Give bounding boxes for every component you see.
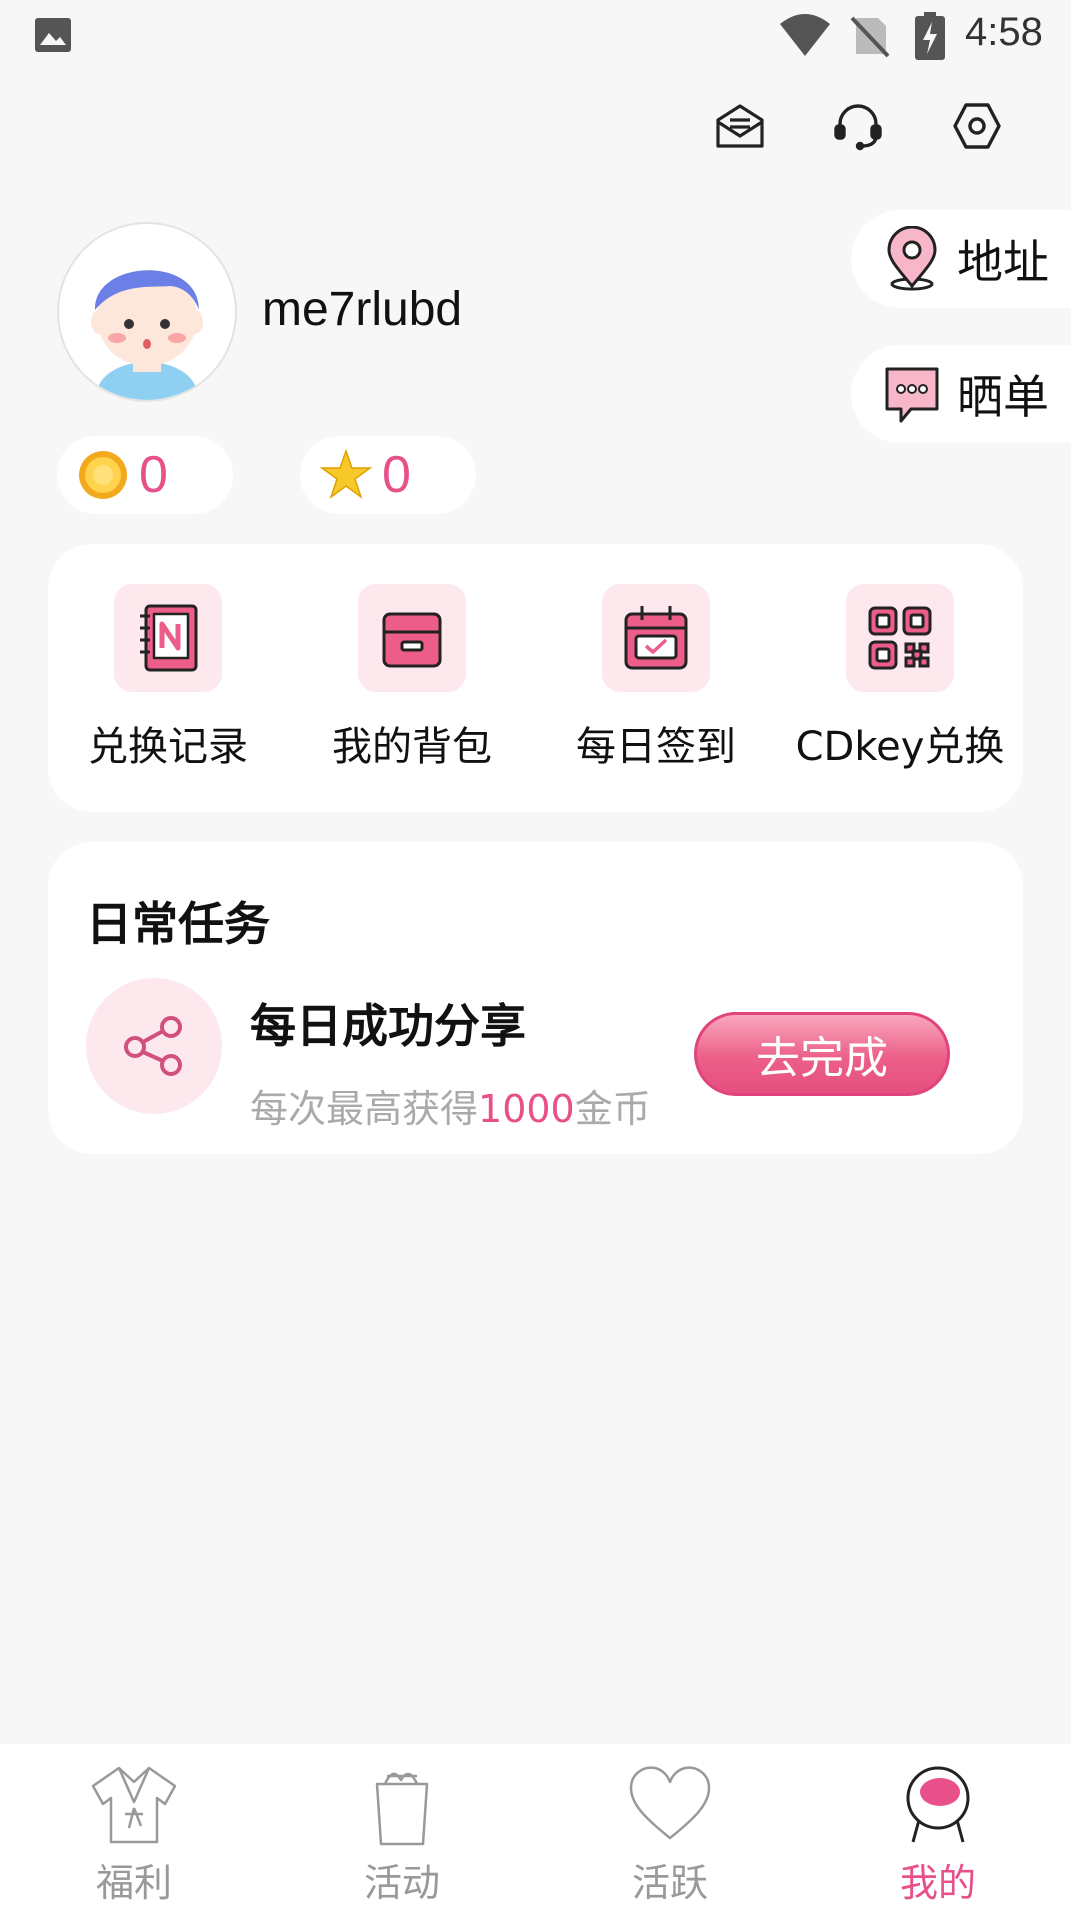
avatar[interactable] (57, 222, 237, 402)
task-reward-amount: 1000 (478, 1087, 575, 1131)
star-counter[interactable]: 0 (300, 436, 476, 514)
address-button[interactable]: 地址 (851, 210, 1071, 308)
task-desc-prefix: 每次最高获得 (250, 1087, 479, 1131)
status-bar: 4:58 (0, 0, 1071, 72)
avatar-cartoon-icon (91, 270, 203, 400)
chat-bubble-icon (885, 367, 939, 423)
qr-code-icon (846, 584, 954, 692)
daily-checkin-label: 每日签到 (576, 724, 736, 770)
image-notification-icon (35, 18, 71, 52)
complete-task-button[interactable]: 去完成 (694, 1012, 950, 1096)
bottom-tab-bar: 福利 活动 活跃 我的 (0, 1744, 1071, 1911)
mail-icon[interactable] (714, 100, 766, 152)
task-description: 每次最高获得1000金币 (250, 1078, 651, 1133)
no-sim-icon (850, 16, 890, 58)
status-time: 4:58 (965, 10, 1043, 54)
notebook-icon (114, 584, 222, 692)
coin-counter[interactable]: 0 (57, 436, 233, 514)
robe-icon (91, 1766, 177, 1844)
settings-icon[interactable] (951, 100, 1003, 152)
my-backpack-label: 我的背包 (332, 724, 492, 770)
location-pin-icon (887, 226, 937, 291)
task-desc-suffix: 金币 (574, 1087, 651, 1131)
task-name: 每日成功分享 (250, 999, 526, 1053)
exchange-records-button[interactable]: 兑换记录 (53, 584, 283, 772)
tab-active[interactable]: 活跃 (570, 1744, 770, 1911)
tab-activity[interactable]: 活动 (302, 1744, 502, 1911)
wifi-icon (780, 14, 830, 56)
star-count: 0 (382, 446, 411, 504)
tab-welfare[interactable]: 福利 (34, 1744, 234, 1911)
tab-activity-label: 活动 (363, 1861, 440, 1905)
calendar-check-icon (602, 584, 710, 692)
gift-bag-icon (375, 1772, 429, 1846)
star-icon (320, 449, 372, 499)
daily-tasks-title: 日常任务 (86, 897, 270, 951)
tab-welfare-label: 福利 (95, 1861, 172, 1905)
tab-active-label: 活跃 (631, 1861, 708, 1905)
daily-checkin-button[interactable]: 每日签到 (541, 584, 771, 772)
battery-charging-icon (915, 12, 945, 60)
headset-icon[interactable] (832, 100, 884, 152)
tab-mine[interactable]: 我的 (838, 1744, 1038, 1911)
quick-actions-card: 兑换记录 我的背包 每日签到 CDkey兑换 (48, 544, 1023, 812)
share-order-label: 晒单 (957, 370, 1049, 424)
share-order-button[interactable]: 晒单 (851, 345, 1071, 443)
daily-tasks-card: 日常任务 每日成功分享 每次最高获得1000金币 去完成 (48, 842, 1023, 1154)
address-label: 地址 (957, 235, 1049, 289)
coin-count: 0 (139, 446, 168, 504)
exchange-records-label: 兑换记录 (88, 724, 248, 770)
username: me7rlubd (262, 283, 463, 336)
coin-icon (79, 451, 127, 499)
share-icon (86, 978, 222, 1114)
box-icon (358, 584, 466, 692)
profile-bubble-icon (906, 1766, 970, 1843)
cdkey-exchange-button[interactable]: CDkey兑换 (785, 584, 1015, 772)
my-backpack-button[interactable]: 我的背包 (297, 584, 527, 772)
cdkey-exchange-label: CDkey兑换 (795, 724, 1005, 770)
tab-mine-label: 我的 (899, 1861, 976, 1905)
heart-icon (629, 1766, 711, 1840)
